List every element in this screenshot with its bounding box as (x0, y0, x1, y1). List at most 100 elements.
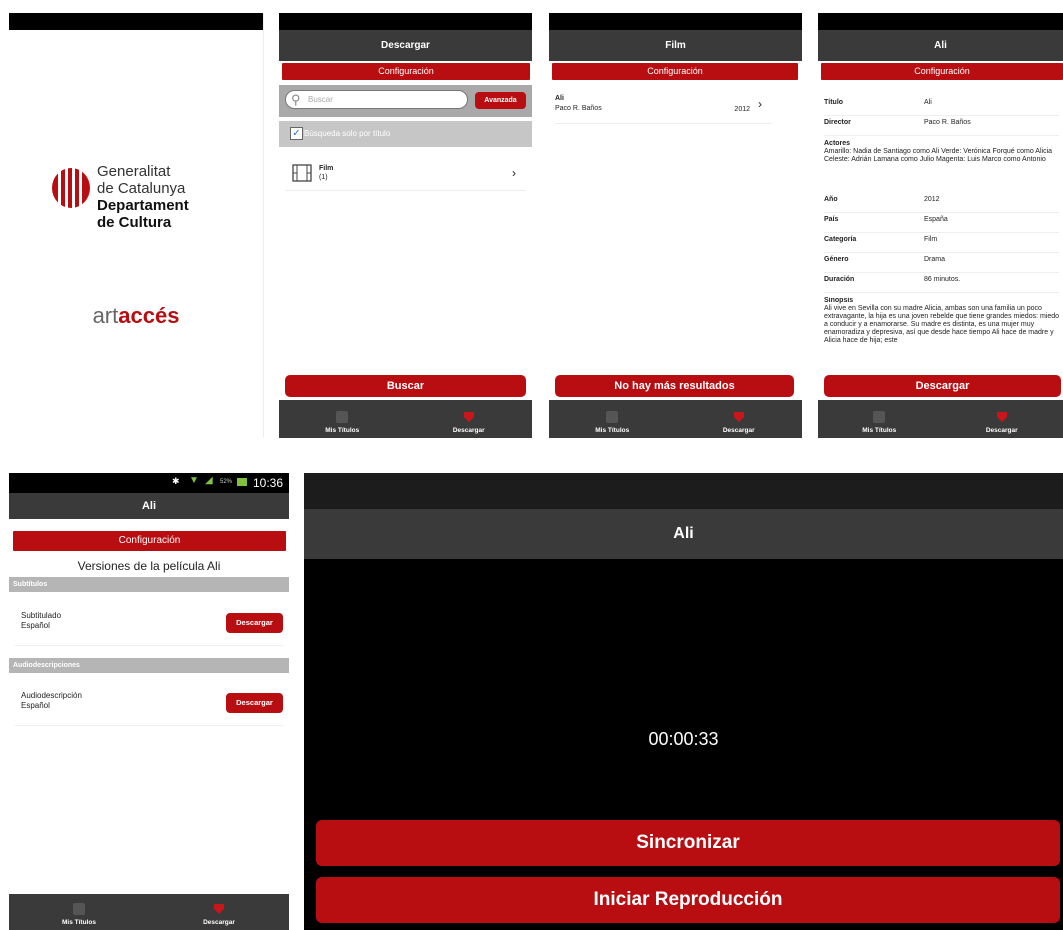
nav-my-titles[interactable]: Mis Títulos (549, 400, 676, 438)
nav-download[interactable]: Descargar (676, 400, 803, 438)
detail-key: Duración (824, 276, 855, 283)
search-screen: Descargar Configuración ⚲ Buscar Avanzad… (279, 13, 532, 438)
config-button[interactable]: Configuración (13, 531, 286, 551)
page-title: Descargar (279, 30, 532, 61)
bottom-nav: Mis Títulos Descargar (818, 400, 1063, 438)
detail-key: País (824, 216, 839, 223)
top-bar (304, 473, 1063, 509)
result-row-film[interactable]: Film (1) › (285, 160, 526, 191)
playback-timer: 00:00:33 (648, 729, 719, 749)
detail-row-genre: Género Drama (824, 256, 1059, 273)
home-icon (336, 411, 349, 423)
bottom-nav: Mis Títulos Descargar (279, 400, 532, 438)
audio-section-header: Audiodescripciones (9, 658, 289, 673)
film-icon (292, 164, 312, 182)
home-icon (606, 411, 619, 423)
detail-key: Título (824, 99, 844, 106)
detail-value: Ali (924, 99, 932, 106)
nav-download-label: Descargar (722, 427, 755, 434)
nav-my-titles[interactable]: Mis Títulos (9, 894, 149, 930)
search-icon: ⚲ (291, 92, 301, 107)
subtitle-line-1: Subtitulado (21, 611, 62, 620)
subtitles-section-header: Subtítulos (9, 577, 289, 592)
detail-row-year: Año 2012 (824, 196, 1059, 213)
bottom-nav: Mis Títulos Descargar (9, 894, 289, 930)
film-item-director: Paco R. Baños (555, 105, 602, 112)
detail-row-director: Director Paco R. Baños (824, 119, 1059, 136)
splash-screen: Generalitat de Catalunya Departament de … (9, 13, 264, 438)
subtitle-version-row: Subtitulado Español Descargar (15, 601, 283, 646)
versions-screen: ✱ ▼ ◢ 52% 10:36 Ali Configuración Versio… (9, 473, 289, 930)
nav-my-titles-label: Mis Títulos (62, 919, 96, 926)
senyera-icon (52, 168, 90, 208)
artacces-brand: artaccés (9, 303, 263, 329)
result-label: Film (319, 165, 334, 172)
film-item[interactable]: Ali Paco R. Baños 2012 › (555, 93, 772, 124)
audio-line-2: Español (21, 701, 50, 710)
download-audio-button[interactable]: Descargar (226, 693, 283, 713)
home-icon (873, 411, 886, 423)
chevron-right-icon: › (512, 166, 516, 180)
no-more-results-button[interactable]: No hay más resultados (555, 375, 794, 397)
detail-value: 2012 (924, 196, 940, 203)
film-item-title: Ali (555, 95, 564, 102)
search-placeholder: Buscar (308, 95, 333, 104)
battery-icon (237, 478, 247, 486)
detail-key: Categoría (824, 236, 857, 243)
nav-download[interactable]: Descargar (149, 894, 289, 930)
detail-value: Paco R. Baños (924, 119, 971, 126)
audio-line-1: Audiodescripción (21, 691, 82, 700)
title-only-checkbox[interactable]: ✓ (290, 127, 303, 140)
download-icon (996, 412, 1007, 422)
nav-my-titles-label: Mis Títulos (862, 427, 897, 434)
audio-version-row: Audiodescripción Español Descargar (15, 681, 283, 726)
home-icon (73, 903, 85, 915)
synopsis-block: Sinopsis Ali vive en Sevilla con su madr… (824, 297, 1061, 370)
page-title: Ali (818, 30, 1063, 61)
brand-art: art (92, 303, 119, 328)
detail-row-title: Título Ali (824, 99, 1059, 116)
brand-acces: accés (118, 303, 180, 328)
battery-level: 52% (220, 479, 233, 485)
download-icon (463, 412, 474, 422)
download-icon (214, 904, 224, 914)
detail-value: España (924, 216, 948, 223)
player-screen: Ali 00:00:33 Sincronizar Iniciar Reprodu… (304, 473, 1063, 930)
bluetooth-icon: ✱ (172, 476, 180, 486)
org-line-3: Departament (97, 197, 189, 214)
status-time: 10:36 (252, 476, 283, 490)
search-button[interactable]: Buscar (285, 375, 526, 397)
subtitle-line-2: Español (21, 621, 50, 630)
actors-block: Actores Amarillo: Nadia de Santiago como… (824, 140, 1061, 164)
detail-value: Film (924, 236, 938, 243)
config-button[interactable]: Configuración (821, 63, 1063, 80)
org-line-4: de Cultura (97, 214, 172, 231)
detail-key: Año (824, 196, 838, 203)
nav-download-label: Descargar (985, 427, 1018, 434)
status-bar: ✱ ▼ ◢ 52% 10:36 (9, 473, 289, 493)
advanced-button[interactable]: Avanzada (475, 92, 526, 109)
page-title: Ali (9, 493, 289, 519)
detail-row-category: Categoría Film (824, 236, 1059, 253)
nav-my-titles-label: Mis Títulos (325, 427, 360, 434)
nav-download-label: Descargar (452, 427, 485, 434)
wifi-icon: ▼ (189, 475, 199, 486)
versions-heading: Versiones de la película Ali (77, 559, 221, 573)
detail-key: Director (824, 119, 851, 126)
nav-download[interactable]: Descargar (941, 400, 1063, 438)
detail-row-country: País España (824, 216, 1059, 233)
nav-download[interactable]: Descargar (406, 400, 533, 438)
nav-my-titles[interactable]: Mis Títulos (279, 400, 406, 438)
config-button[interactable]: Configuración (282, 63, 530, 80)
config-button[interactable]: Configuración (552, 63, 798, 80)
search-input[interactable]: ⚲ Buscar (285, 90, 468, 109)
download-button[interactable]: Descargar (824, 375, 1061, 397)
signal-icon: ◢ (205, 475, 213, 486)
film-screen: Film Configuración Ali Paco R. Baños 201… (549, 13, 802, 438)
start-playback-button[interactable]: Iniciar Reproducción (316, 877, 1060, 923)
nav-my-titles[interactable]: Mis Títulos (818, 400, 941, 438)
sync-button[interactable]: Sincronizar (316, 820, 1060, 866)
download-subtitle-button[interactable]: Descargar (226, 613, 283, 633)
bottom-nav: Mis Títulos Descargar (549, 400, 802, 438)
synopsis-label: Sinopsis (824, 297, 854, 304)
